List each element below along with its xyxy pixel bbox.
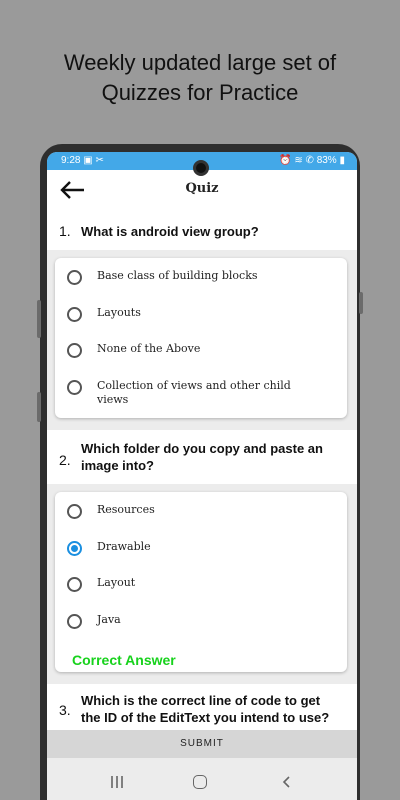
battery-level: 83% [316,155,337,166]
radio-button[interactable] [67,343,82,358]
radio-button[interactable] [67,307,82,322]
question-1: 1. What is android view group? [47,210,357,250]
submit-button[interactable]: SUBMIT [47,730,357,758]
option-label: Drawable [97,540,151,553]
option-label: Java [97,613,121,626]
question-text: Which is the correct line of code to get… [81,693,330,725]
option-item[interactable]: Resources [67,503,337,524]
front-camera [193,160,209,176]
question-text: Which folder do you copy and paste an im… [81,441,323,473]
phone-side-button [359,292,363,314]
status-time: 9:28 [61,155,81,166]
radio-button[interactable] [67,614,82,629]
question-2: 2. Which folder do you copy and paste an… [47,430,357,484]
nav-back-icon[interactable] [281,776,293,788]
option-label: Layouts [97,306,141,319]
page-title: Quiz [185,181,219,196]
option-label: Base class of building blocks [97,269,258,282]
option-item[interactable]: Layout [67,576,337,597]
option-item[interactable]: Base class of building blocks [67,269,337,290]
radio-button[interactable] [67,270,82,285]
status-left-icons: ▣ ✂ [83,155,104,166]
options-card-1: Base class of building blocks Layouts No… [55,258,347,418]
home-icon[interactable] [193,775,207,789]
question-number: 1. [59,223,71,239]
submit-bar: SUBMIT [47,730,357,758]
radio-button[interactable] [67,577,82,592]
option-label: Collection of views and other child view… [97,379,291,406]
question-3: 3. Which is the correct line of code to … [47,684,357,730]
app-bar: Quiz [47,170,357,210]
phone-screen: 9:28 ▣ ✂ ⏰ ≋ ✆ 83% ▮ Quiz 1. What is and… [47,152,357,800]
promo-line-2: Quizzes for Practice [101,80,299,105]
system-nav-bar [47,766,357,800]
option-label: Layout [97,576,136,589]
battery-icon: ▮ [339,155,345,166]
promo-headline: Weekly updated large set of Quizzes for … [0,48,400,108]
option-item[interactable]: None of the Above [67,342,337,363]
promo-line-1: Weekly updated large set of [63,50,337,75]
options-card-2: Resources Drawable Layout Java Correct A… [55,492,347,672]
answer-feedback: Correct Answer [72,652,176,668]
radio-button[interactable] [67,380,82,395]
option-item[interactable]: Collection of views and other child view… [67,379,337,410]
radio-button[interactable] [67,504,82,519]
option-label: Resources [97,503,155,516]
radio-button-selected[interactable] [67,541,82,556]
question-text: What is android view group? [81,224,259,239]
option-item[interactable]: Java [67,613,337,634]
recent-apps-icon[interactable] [110,776,124,788]
phone-side-button [37,392,41,422]
status-right-icons: ⏰ ≋ ✆ [279,155,314,166]
option-item[interactable]: Layouts [67,306,337,327]
question-number: 3. [59,702,71,718]
question-number: 2. [59,452,71,468]
option-label: None of the Above [97,342,201,355]
option-item[interactable]: Drawable [67,540,337,561]
phone-side-button [37,300,41,338]
